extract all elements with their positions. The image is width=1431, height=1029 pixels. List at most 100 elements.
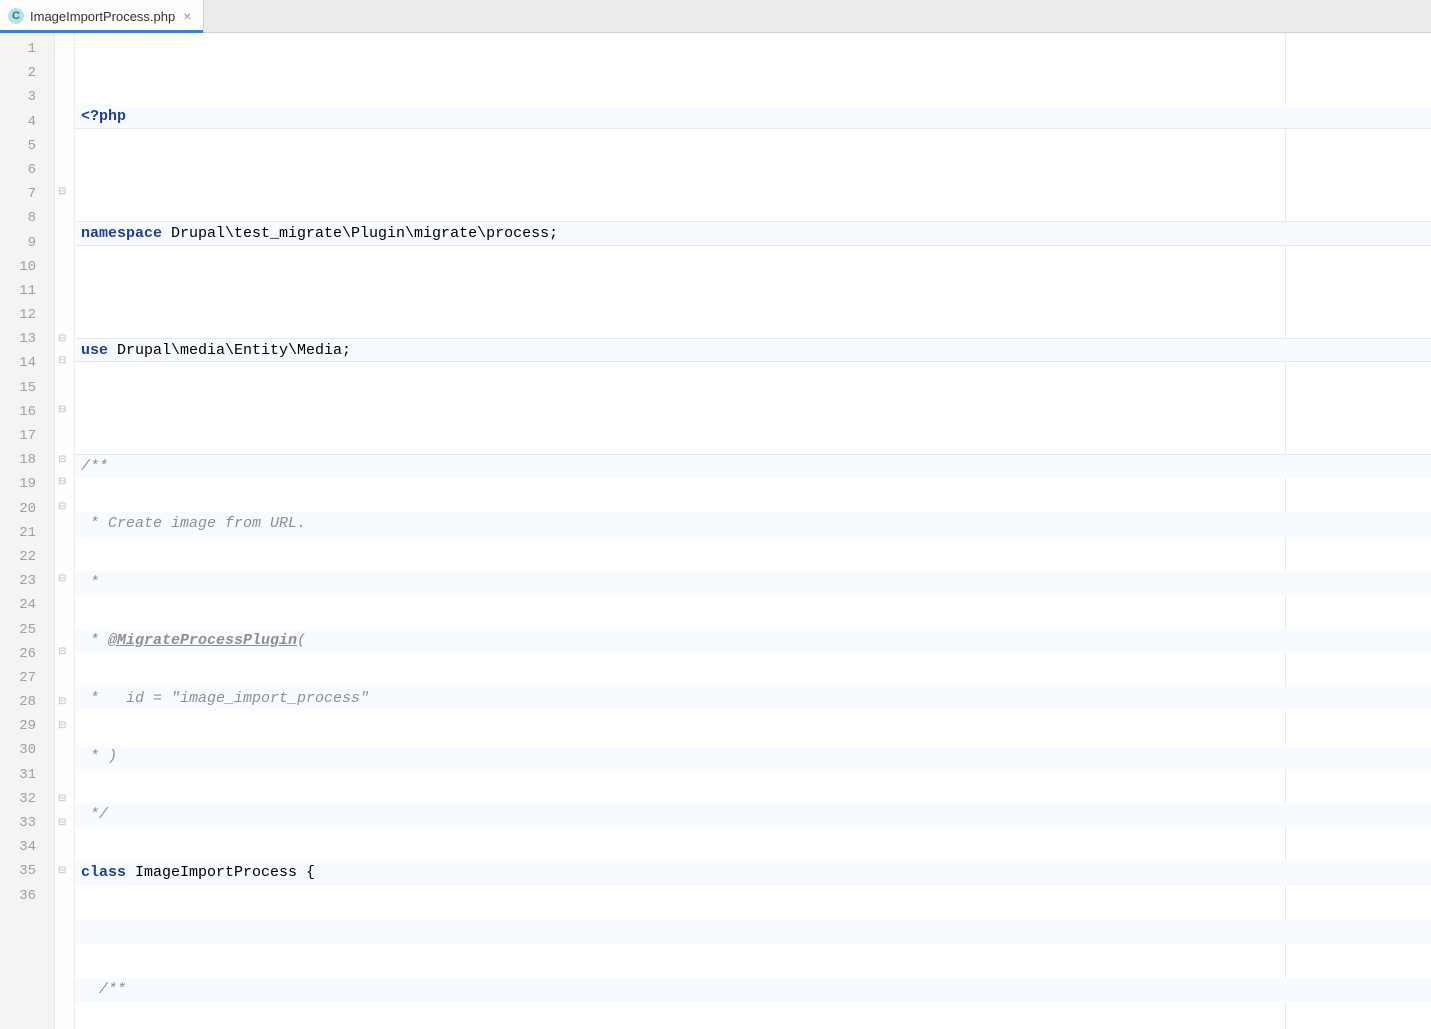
code-line[interactable]: * ): [75, 745, 1431, 769]
line-number[interactable]: 25: [0, 618, 54, 642]
line-number[interactable]: 1: [0, 37, 54, 61]
fold-toggle-icon[interactable]: ⊟: [58, 478, 68, 488]
line-number[interactable]: 17: [0, 424, 54, 448]
fold-toggle-icon[interactable]: ⊟: [58, 698, 68, 708]
code-line[interactable]: /**: [75, 454, 1431, 478]
tab-bar: C ImageImportProcess.php ×: [0, 0, 1431, 33]
fold-row: [55, 521, 74, 545]
fold-column: ⊟ ⊟ ⊟ ⊟ ⊟ ⊟ ⊟ ⊟ ⊟ ⊟ ⊟ ⊟ ⊟ ⊟: [55, 33, 75, 1029]
fold-row: [55, 738, 74, 762]
line-number[interactable]: 27: [0, 666, 54, 690]
fold-row: [55, 255, 74, 279]
line-number[interactable]: 5: [0, 134, 54, 158]
code-line[interactable]: namespace Drupal\test_migrate\Plugin\mig…: [75, 221, 1431, 245]
fold-row: [55, 61, 74, 85]
fold-row: [55, 110, 74, 134]
fold-row: [55, 206, 74, 230]
line-number[interactable]: 12: [0, 303, 54, 327]
code-line[interactable]: * id = "image_import_process": [75, 687, 1431, 711]
fold-toggle-icon[interactable]: ⊟: [58, 406, 68, 416]
line-number[interactable]: 7: [0, 182, 54, 206]
fold-row: [55, 835, 74, 859]
code-line[interactable]: */: [75, 803, 1431, 827]
code-area[interactable]: <?php namespace Drupal\test_migrate\Plug…: [75, 33, 1431, 1029]
line-number[interactable]: 3: [0, 85, 54, 109]
line-number[interactable]: 31: [0, 763, 54, 787]
line-number[interactable]: 18: [0, 448, 54, 472]
line-number[interactable]: 19: [0, 472, 54, 496]
fold-row: ⊟: [55, 569, 74, 593]
line-number[interactable]: 11: [0, 279, 54, 303]
fold-row: ⊟: [55, 472, 74, 496]
fold-toggle-icon[interactable]: ⊟: [58, 575, 68, 585]
line-number[interactable]: 28: [0, 690, 54, 714]
fold-row: [55, 134, 74, 158]
line-number[interactable]: 6: [0, 158, 54, 182]
fold-row: [55, 376, 74, 400]
fold-row: [55, 158, 74, 182]
line-number[interactable]: 16: [0, 400, 54, 424]
fold-toggle-icon[interactable]: ⊟: [58, 503, 68, 513]
fold-row: [55, 85, 74, 109]
line-number[interactable]: 15: [0, 376, 54, 400]
fold-row: ⊟: [55, 859, 74, 883]
line-number[interactable]: 4: [0, 110, 54, 134]
line-number[interactable]: 32: [0, 787, 54, 811]
line-number[interactable]: 33: [0, 811, 54, 835]
code-line[interactable]: *: [75, 571, 1431, 595]
fold-toggle-icon[interactable]: ⊟: [58, 456, 68, 466]
fold-row: ⊟: [55, 787, 74, 811]
file-tab[interactable]: C ImageImportProcess.php ×: [0, 0, 204, 32]
line-number[interactable]: 13: [0, 327, 54, 351]
line-number[interactable]: 21: [0, 521, 54, 545]
fold-toggle-icon[interactable]: ⊟: [58, 357, 68, 367]
line-number[interactable]: 35: [0, 859, 54, 883]
code-line[interactable]: [75, 163, 1431, 187]
line-number[interactable]: 23: [0, 569, 54, 593]
fold-toggle-icon[interactable]: ⊟: [58, 819, 68, 829]
tab-filename: ImageImportProcess.php: [30, 9, 175, 24]
fold-toggle-icon[interactable]: ⊟: [58, 722, 68, 732]
line-number[interactable]: 20: [0, 497, 54, 521]
fold-row: ⊟: [55, 690, 74, 714]
code-line[interactable]: [75, 396, 1431, 420]
line-number[interactable]: 36: [0, 884, 54, 908]
fold-row: [55, 279, 74, 303]
line-number[interactable]: 24: [0, 593, 54, 617]
fold-toggle-icon[interactable]: ⊟: [58, 335, 68, 345]
fold-row: [55, 763, 74, 787]
fold-toggle-icon[interactable]: ⊟: [58, 867, 68, 877]
fold-row: ⊟: [55, 400, 74, 424]
code-line[interactable]: * @MigrateProcessPlugin(: [75, 629, 1431, 653]
code-line[interactable]: [75, 280, 1431, 304]
line-number[interactable]: 14: [0, 351, 54, 375]
editor: 1234567891011121314151617181920212223242…: [0, 33, 1431, 1029]
fold-row: ⊟: [55, 448, 74, 472]
fold-row: ⊟: [55, 351, 74, 375]
line-number[interactable]: 34: [0, 835, 54, 859]
code-line[interactable]: * Create image from URL.: [75, 512, 1431, 536]
fold-row: [55, 37, 74, 61]
line-number-gutter: 1234567891011121314151617181920212223242…: [0, 33, 55, 1029]
line-number[interactable]: 30: [0, 738, 54, 762]
close-icon[interactable]: ×: [181, 8, 193, 24]
line-number[interactable]: 2: [0, 61, 54, 85]
fold-row: [55, 231, 74, 255]
fold-row: ⊟: [55, 327, 74, 351]
line-number[interactable]: 29: [0, 714, 54, 738]
fold-toggle-icon[interactable]: ⊟: [58, 648, 68, 658]
fold-row: ⊟: [55, 714, 74, 738]
code-line[interactable]: <?php: [75, 105, 1431, 129]
fold-toggle-icon[interactable]: ⊟: [58, 188, 68, 198]
line-number[interactable]: 22: [0, 545, 54, 569]
code-line[interactable]: [75, 920, 1431, 944]
line-number[interactable]: 9: [0, 231, 54, 255]
fold-toggle-icon[interactable]: ⊟: [58, 795, 68, 805]
line-number[interactable]: 10: [0, 255, 54, 279]
code-line[interactable]: /**: [75, 978, 1431, 1002]
code-line[interactable]: class ImageImportProcess {: [75, 861, 1431, 885]
fold-row: ⊟: [55, 642, 74, 666]
code-line[interactable]: use Drupal\media\Entity\Media;: [75, 338, 1431, 362]
line-number[interactable]: 8: [0, 206, 54, 230]
line-number[interactable]: 26: [0, 642, 54, 666]
